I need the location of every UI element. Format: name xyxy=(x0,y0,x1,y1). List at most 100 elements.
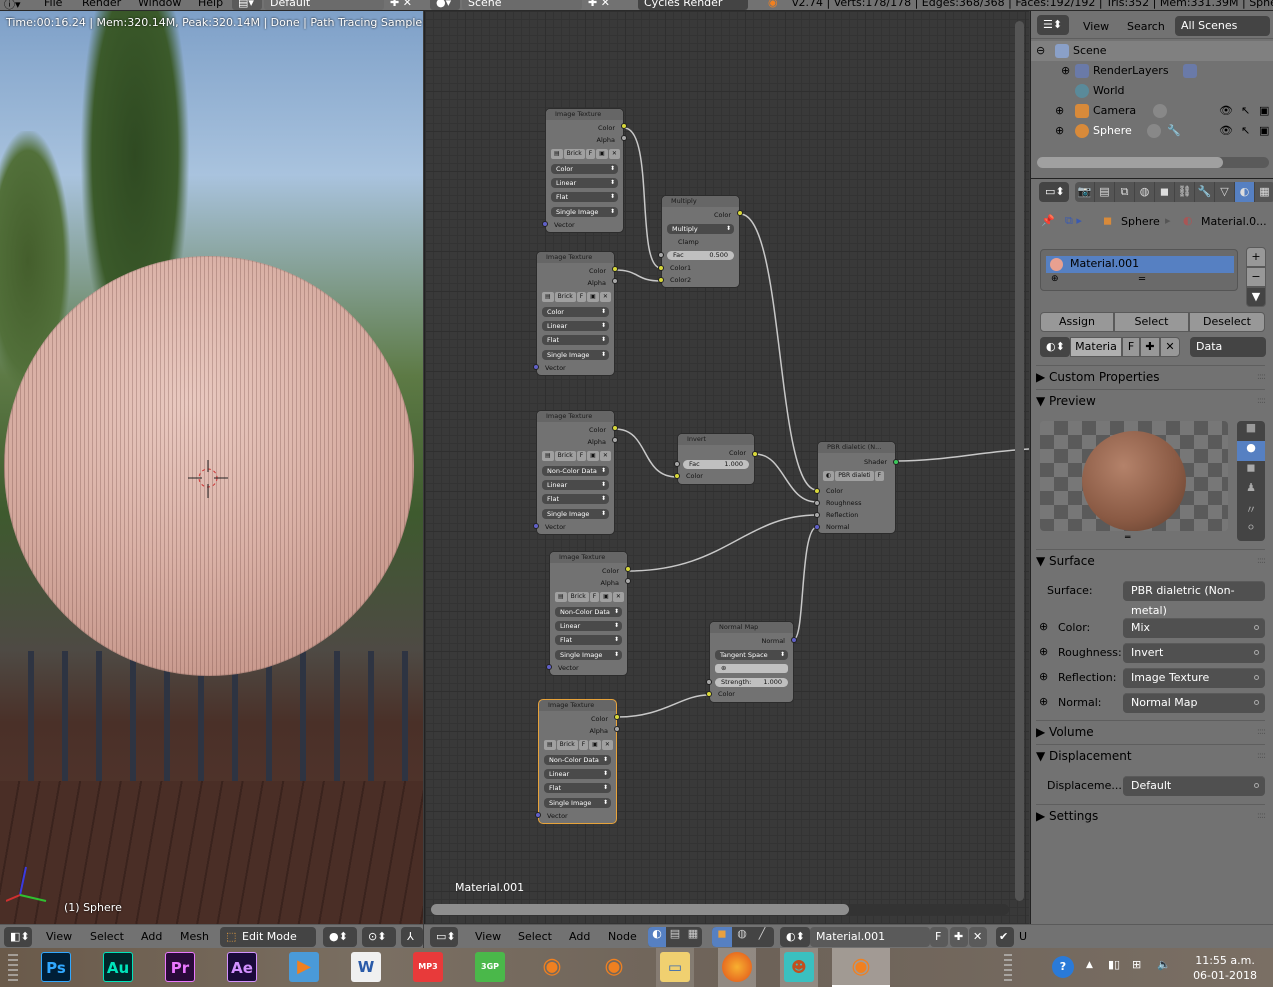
open-image-icon[interactable]: ▣ xyxy=(600,592,612,602)
outliner-row-camera[interactable]: ⊕ Camera 👁 ↖ ▣ xyxy=(1031,101,1273,121)
interpolation-dropdown[interactable]: Linear xyxy=(551,178,618,188)
shader-type-buttons[interactable]: ◼ ◍ ╱ xyxy=(712,927,774,947)
projection-dropdown[interactable]: Flat xyxy=(544,783,611,793)
socket-fac-in[interactable] xyxy=(674,461,680,467)
link-dropdown[interactable]: Data xyxy=(1190,337,1266,357)
socket-normal-out[interactable] xyxy=(791,637,797,643)
panel-volume[interactable]: ▶ Volume:::: xyxy=(1036,720,1266,742)
texture-tree-icon[interactable]: ▦ xyxy=(684,927,702,947)
menu-select[interactable]: Select xyxy=(518,930,552,943)
preview-plane-icon[interactable]: ■ xyxy=(1237,421,1265,441)
source-dropdown[interactable]: Single Image xyxy=(542,350,609,360)
socket-color-out[interactable] xyxy=(612,425,618,431)
color-space-dropdown[interactable]: Non-Color Data xyxy=(544,755,611,765)
scene-icon[interactable]: ●▾ xyxy=(430,0,460,10)
surface-shader-field[interactable]: PBR dialetric (Non-metal) xyxy=(1123,581,1265,617)
node-group-icon[interactable]: ◐ xyxy=(823,471,835,481)
node-title[interactable]: Multiply xyxy=(662,196,739,207)
render-engine-dropdown[interactable]: Cycles Render xyxy=(638,0,748,10)
normal-input-field[interactable]: Normal Map xyxy=(1123,693,1265,713)
menu-help[interactable]: Help xyxy=(198,0,223,9)
help-icon[interactable]: ? xyxy=(1052,956,1074,978)
socket-color-out[interactable] xyxy=(625,566,631,572)
menu-add[interactable]: Add xyxy=(569,930,590,943)
tab-material-icon[interactable]: ◐ xyxy=(1235,182,1255,202)
drag-handle[interactable]: :::: xyxy=(1257,805,1266,827)
add-scene-icon[interactable]: ✚ ✕ xyxy=(588,0,610,9)
socket-alpha-out[interactable] xyxy=(621,135,627,141)
socket-alpha-out[interactable] xyxy=(614,726,620,732)
screen-layout-field[interactable]: Default xyxy=(264,0,384,10)
preview-hair-icon[interactable]: 〃 xyxy=(1237,501,1265,521)
scrollbar-thumb[interactable] xyxy=(1037,157,1223,168)
pbr-dialetric-group-node[interactable]: PBR dialetic (N... Shader ◐ PBR dialeti F … xyxy=(814,441,899,534)
tab-scene-icon[interactable]: ⧉ xyxy=(1115,182,1135,202)
open-image-icon[interactable]: ▣ xyxy=(587,451,599,461)
image-texture-node-selected[interactable]: Image Texture Color Alpha ▤ Brick F ▣ ✕ Non-… xyxy=(535,699,620,824)
roughness-input-field[interactable]: Invert xyxy=(1123,643,1265,663)
space-dropdown[interactable]: Tangent Space xyxy=(715,650,788,660)
material-slot-name[interactable]: Material.001 xyxy=(1070,257,1139,270)
unlink-image-icon[interactable]: ✕ xyxy=(608,149,620,159)
pivot-dropdown[interactable]: ⊙⬍ xyxy=(362,927,396,947)
image-selector[interactable]: ▤ Brick F ▣ ✕ xyxy=(544,740,613,750)
color-space-dropdown[interactable]: Non-Color Data xyxy=(542,466,609,476)
editor-type-icon[interactable]: ◧⬍ xyxy=(4,927,32,947)
panel-custom-properties[interactable]: ▶ Custom Properties:::: xyxy=(1036,365,1266,387)
fake-user-button[interactable]: F xyxy=(930,927,948,947)
fake-user-toggle[interactable]: F xyxy=(576,451,587,461)
panel-displacement[interactable]: ▼ Displacement:::: xyxy=(1036,744,1266,766)
projection-dropdown[interactable]: Flat xyxy=(542,335,609,345)
taskbar-blender-icon[interactable]: ◉ xyxy=(599,952,629,982)
unlink-image-icon[interactable]: ✕ xyxy=(612,592,624,602)
node-title[interactable]: Image Texture xyxy=(537,411,614,422)
interpolation-dropdown[interactable]: Linear xyxy=(542,321,609,331)
node-group-selector[interactable]: ◐ PBR dialeti F xyxy=(823,471,890,481)
expand-color-icon[interactable]: ⊕ xyxy=(1039,620,1048,633)
strength-field[interactable]: Strength: 1.000 xyxy=(715,678,788,687)
node-title[interactable]: Image Texture xyxy=(550,552,627,563)
fake-user-button[interactable]: F xyxy=(1122,337,1140,357)
fake-user-toggle[interactable]: F xyxy=(874,471,885,481)
compositing-tree-icon[interactable]: ▤ xyxy=(666,927,684,947)
socket-alpha-out[interactable] xyxy=(625,578,631,584)
taskbar-word-icon[interactable]: W xyxy=(351,952,381,982)
item-label[interactable]: Scene xyxy=(1073,41,1107,61)
source-dropdown[interactable]: Single Image xyxy=(544,798,611,808)
socket-color1-in[interactable] xyxy=(658,265,664,271)
socket-vector-in[interactable] xyxy=(533,364,539,370)
fake-user-toggle[interactable]: F xyxy=(585,149,596,159)
editor-type-icon[interactable]: ▭⬍ xyxy=(1039,182,1069,202)
taskbar-photoshop-icon[interactable]: Ps xyxy=(41,952,71,982)
screen-layout-icon[interactable]: ▤▾ xyxy=(232,0,262,10)
socket-color-out[interactable] xyxy=(737,210,743,216)
open-image-icon[interactable]: ▣ xyxy=(596,149,608,159)
node-title[interactable]: Image Texture xyxy=(546,109,623,120)
blend-mode-dropdown[interactable]: Multiply xyxy=(667,224,734,234)
show-hidden-icons-icon[interactable]: ▲ xyxy=(1086,960,1093,970)
node-title[interactable]: Image Texture xyxy=(539,700,616,711)
filter-expand-icon[interactable]: ⊕ xyxy=(1051,274,1059,284)
taskbar-blender-icon[interactable]: ◉ xyxy=(537,952,567,982)
tab-data-icon[interactable]: ▽ xyxy=(1215,182,1235,202)
socket-alpha-out[interactable] xyxy=(612,437,618,443)
projection-dropdown[interactable]: Flat xyxy=(555,635,622,645)
deselect-button[interactable]: Deselect xyxy=(1189,312,1265,332)
preview-spheres-icon[interactable]: ⚪ xyxy=(1237,521,1265,541)
tab-object-icon[interactable]: ◼ xyxy=(1155,182,1175,202)
image-browse-icon[interactable]: ▤ xyxy=(542,292,554,302)
projection-dropdown[interactable]: Flat xyxy=(542,494,609,504)
drag-handle[interactable]: :::: xyxy=(1257,550,1266,572)
preview-monkey-icon[interactable]: ♟ xyxy=(1237,481,1265,501)
taskbar-audition-icon[interactable]: Au xyxy=(103,952,133,982)
expand-icon[interactable]: ⊕ xyxy=(1055,101,1064,121)
use-nodes-checkbox[interactable]: ✔ xyxy=(996,927,1014,947)
editor-type-icon[interactable]: ▭⬍ xyxy=(430,927,458,947)
source-dropdown[interactable]: Single Image xyxy=(542,509,609,519)
socket-reflection-in[interactable] xyxy=(814,512,820,518)
taskbar-premiere-icon[interactable]: Pr xyxy=(165,952,195,982)
visibility-eye-icon[interactable]: 👁 xyxy=(1219,121,1233,141)
outliner-row-sphere[interactable]: ⊕ Sphere 🔧 👁 ↖ ▣ xyxy=(1031,121,1273,141)
taskbar-firefox-button[interactable] xyxy=(718,948,756,987)
image-texture-node[interactable]: Image Texture Color Alpha ▤ Brick F ▣ ✕ Colo… xyxy=(542,108,627,233)
